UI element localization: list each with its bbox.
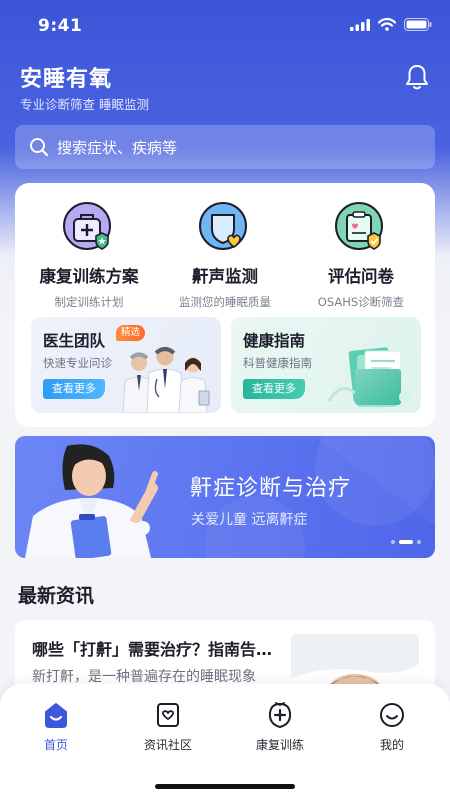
rehab-kit-icon: [63, 202, 111, 250]
status-time: 9:41: [38, 16, 83, 36]
tab-rehab-training[interactable]: 康复训练: [224, 700, 336, 753]
featured-badge: 精选: [116, 325, 146, 341]
service-subtitle: 监测您的睡眠质量: [179, 295, 271, 309]
status-icons: [350, 18, 432, 31]
feature-title: 健康指南: [243, 332, 306, 350]
carousel-dot-active: [399, 540, 413, 544]
search-placeholder: 搜索症状、疾病等: [57, 138, 178, 157]
battery-icon: [404, 18, 432, 31]
service-snore-monitor[interactable]: 鼾声监测 监测您的睡眠质量: [155, 201, 295, 310]
questionnaire-icon: [335, 202, 383, 250]
bottom-tab-bar: 首页 资讯社区 康复训练 我的: [0, 684, 450, 800]
signal-icon: [350, 18, 370, 31]
profile-icon: [380, 703, 404, 727]
app-subtitle: 专业诊断筛查 睡眠监测: [20, 97, 149, 112]
tab-news-community[interactable]: 资讯社区: [112, 700, 224, 753]
notification-bell-icon[interactable]: [404, 63, 430, 91]
snore-monitor-icon: [199, 202, 247, 250]
banner-title: 鼾症诊断与治疗: [190, 476, 352, 501]
feature-subtitle: 科普健康指南: [243, 356, 312, 370]
tab-profile[interactable]: 我的: [336, 700, 448, 753]
service-title: 康复训练方案: [39, 267, 139, 286]
nurse-illustration: [25, 444, 158, 558]
search-input[interactable]: 搜索症状、疾病等: [15, 125, 435, 169]
news-excerpt: 新打鼾，是一种普遍存在的睡眠现象: [32, 669, 256, 685]
carousel-dot: [417, 540, 421, 544]
health-guide-more-button[interactable]: 查看更多: [243, 379, 305, 399]
news-community-icon: [157, 703, 179, 727]
promo-banner[interactable]: 鼾症诊断与治疗 关爱儿童 远离鼾症: [15, 436, 435, 558]
home-icon: [45, 703, 67, 728]
service-subtitle: OSAHS诊断筛查: [317, 295, 405, 309]
doctor-team-card[interactable]: 医生团队 精选 快速专业问诊 查看更多: [31, 317, 221, 413]
news-title: 哪些「打鼾」需要治疗？指南告诉你: [32, 640, 277, 659]
tab-label: 首页: [43, 738, 68, 752]
service-subtitle: 制定训练计划: [54, 295, 124, 309]
app-title: 安睡有氧: [20, 67, 113, 92]
services-card: 康复训练方案 制定训练计划 鼾声监测 监测您的睡眠质量 评估问卷 OSAHS诊断…: [15, 183, 435, 427]
rehab-training-icon: [268, 702, 292, 729]
tab-label: 我的: [379, 738, 404, 752]
service-title: 评估问卷: [328, 267, 394, 286]
home-indicator: [155, 784, 295, 789]
wifi-icon: [378, 18, 396, 31]
health-guide-card[interactable]: 健康指南 科普健康指南 查看更多: [231, 317, 421, 413]
tab-label: 资讯社区: [143, 738, 192, 752]
carousel-dot: [391, 540, 395, 544]
feature-subtitle: 快速专业问诊: [43, 356, 112, 370]
folder-illustration: [327, 347, 411, 407]
search-icon: [30, 138, 49, 157]
banner-subtitle: 关爱儿童 远离鼾症: [191, 512, 308, 528]
tab-label: 康复训练: [255, 738, 304, 752]
service-rehab-plan[interactable]: 康复训练方案 制定训练计划: [19, 201, 159, 310]
tab-home[interactable]: 首页: [0, 700, 112, 753]
status-bar: 9:41: [0, 0, 450, 52]
news-section-heading: 最新资讯: [18, 585, 95, 607]
carousel-indicator: [391, 540, 421, 544]
doctor-team-more-button[interactable]: 查看更多: [43, 379, 105, 399]
feature-title: 医生团队: [43, 332, 106, 350]
service-questionnaire[interactable]: 评估问卷 OSAHS诊断筛查: [291, 201, 431, 310]
doctors-illustration: [122, 347, 210, 413]
service-title: 鼾声监测: [192, 267, 258, 286]
